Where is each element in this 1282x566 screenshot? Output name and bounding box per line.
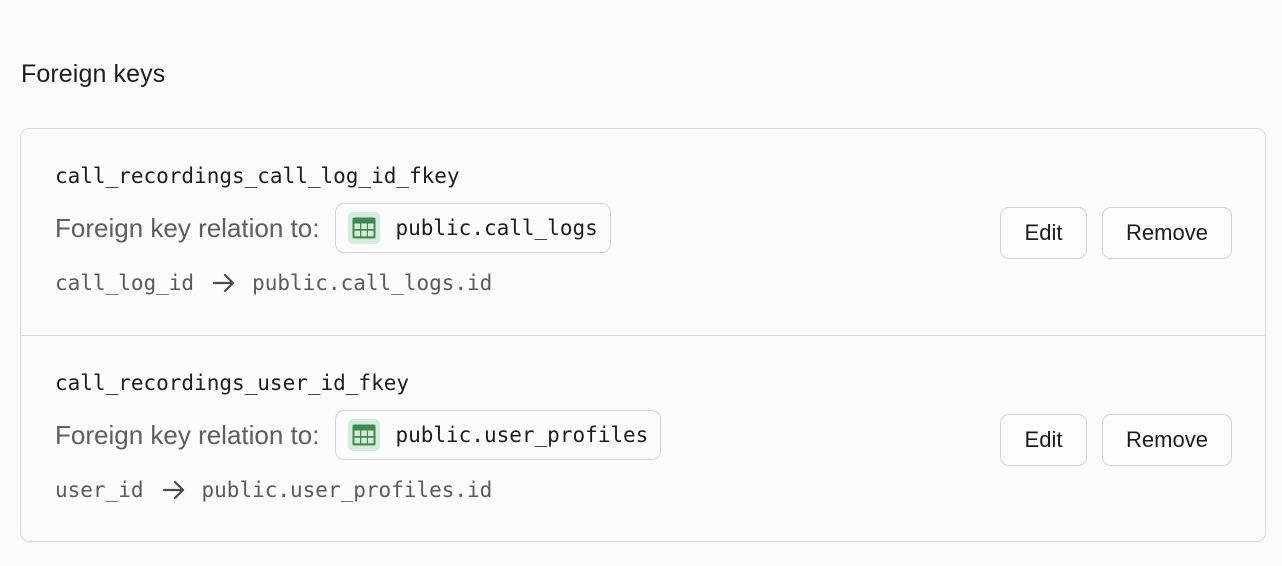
target-table-chip: public.call_logs (335, 203, 611, 253)
arrow-right-icon (162, 480, 185, 500)
source-column: call_log_id (55, 271, 195, 295)
section-title: Foreign keys (21, 60, 166, 88)
arrow-right-icon (213, 273, 235, 293)
table-icon (348, 212, 381, 244)
foreign-key-relation: Foreign key relation to: public.call_log… (55, 203, 611, 253)
foreign-key-relation: Foreign key relation to: public.user_pro… (55, 410, 662, 460)
target-table-chip: public.user_profiles (335, 410, 662, 460)
foreign-keys-list: call_recordings_call_log_id_fkey Foreign… (20, 128, 1266, 542)
target-column: public.call_logs.id (252, 271, 493, 295)
relation-label: Foreign key relation to: (55, 419, 320, 450)
foreign-key-row: call_recordings_user_id_fkey Foreign key… (21, 335, 1265, 541)
foreign-key-row: call_recordings_call_log_id_fkey Foreign… (21, 129, 1265, 335)
column-mapping: call_log_id public.call_logs.id (55, 271, 492, 295)
edit-button[interactable]: Edit (1000, 207, 1087, 259)
edit-button[interactable]: Edit (1000, 414, 1087, 466)
foreign-key-name: call_recordings_user_id_fkey (55, 371, 410, 395)
foreign-key-name: call_recordings_call_log_id_fkey (55, 164, 460, 188)
remove-button[interactable]: Remove (1102, 414, 1232, 466)
target-column: public.user_profiles.id (201, 478, 493, 502)
column-mapping: user_id public.user_profiles.id (55, 478, 492, 502)
remove-button[interactable]: Remove (1102, 207, 1232, 259)
relation-label: Foreign key relation to: (55, 212, 320, 243)
target-table-name: public.call_logs (395, 216, 598, 240)
table-icon (348, 419, 381, 451)
target-table-name: public.user_profiles (395, 423, 649, 447)
source-column: user_id (55, 478, 144, 502)
